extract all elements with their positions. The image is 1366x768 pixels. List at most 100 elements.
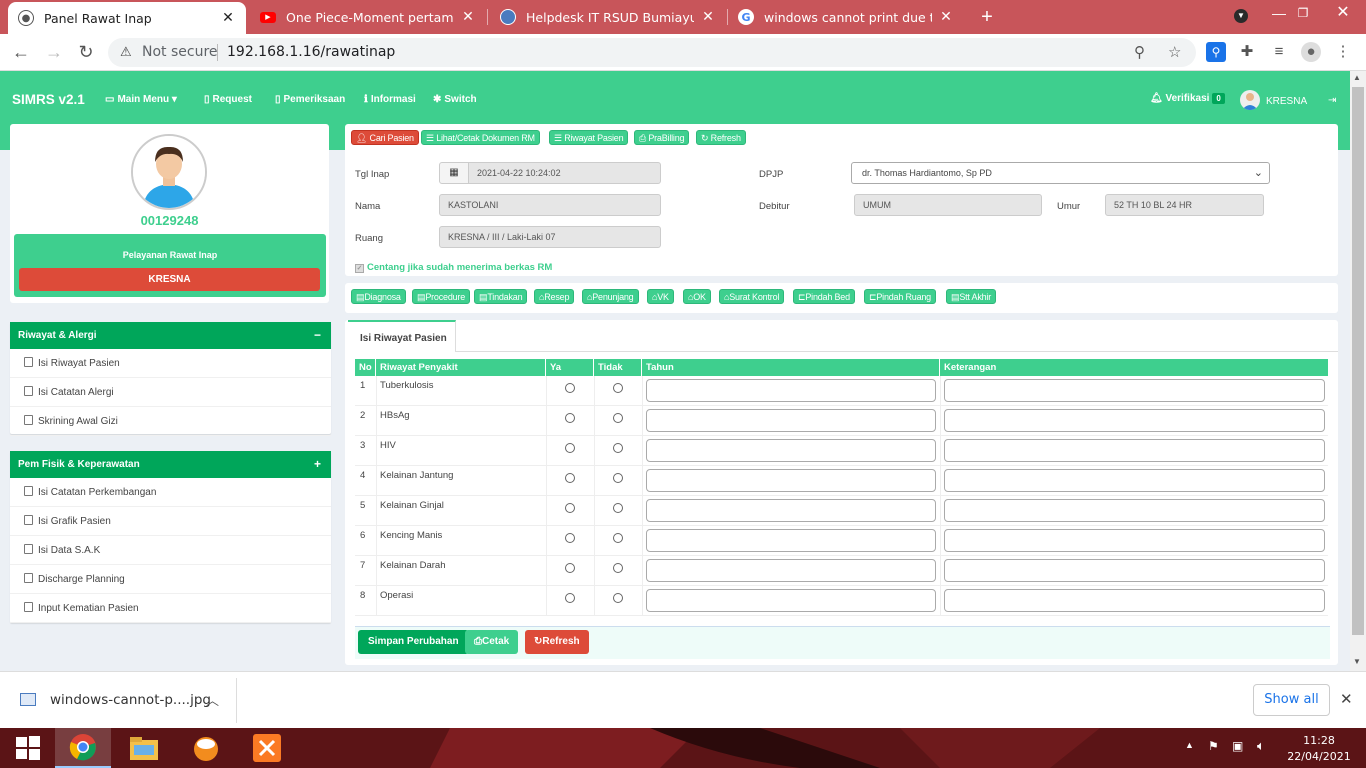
scrollbar-thumb[interactable] xyxy=(1352,87,1364,635)
volume-icon[interactable]: 🔈︎ xyxy=(1257,738,1265,754)
refresh-form-button[interactable]: ↻Refresh xyxy=(525,630,589,654)
scroll-down-icon[interactable]: ▼ xyxy=(1353,657,1361,666)
ya-radio[interactable] xyxy=(565,593,575,603)
network-icon[interactable]: ▣ xyxy=(1232,739,1243,753)
tahun-input[interactable] xyxy=(646,439,936,462)
checkbox-icon[interactable]: ✓ xyxy=(355,264,364,273)
cetak-button[interactable]: ⎙Cetak xyxy=(465,630,519,654)
xampp-icon[interactable] xyxy=(239,728,295,768)
windows-start-icon[interactable] xyxy=(0,728,56,768)
tray-expand-icon[interactable]: ▲ xyxy=(1185,740,1194,750)
ya-radio[interactable] xyxy=(565,383,575,393)
debitur-field[interactable]: UMUM xyxy=(854,194,1042,216)
keterangan-input[interactable] xyxy=(944,559,1325,582)
menu-discharge-planning[interactable]: Discharge Planning xyxy=(10,565,331,594)
tidak-radio[interactable] xyxy=(613,473,623,483)
tahun-input[interactable] xyxy=(646,529,936,552)
page-scrollbar[interactable]: ▲ ▼ xyxy=(1350,71,1366,671)
tahun-input[interactable] xyxy=(646,559,936,582)
browser-tab[interactable]: Helpdesk IT RSUD Bumiayu | ✕ xyxy=(490,0,726,34)
cari-pasien-button[interactable]: 👤︎ Cari Pasien xyxy=(351,130,419,145)
menu-isi-catatan-alergi[interactable]: Isi Catatan Alergi xyxy=(10,378,331,407)
berkas-rm-checkbox[interactable]: ✓ Centang jika sudah menerima berkas RM xyxy=(355,262,552,273)
media-control-icon[interactable]: ≡ xyxy=(1269,42,1289,62)
tahun-input[interactable] xyxy=(646,589,936,612)
tidak-radio[interactable] xyxy=(613,503,623,513)
tahun-input[interactable] xyxy=(646,409,936,432)
address-bar[interactable]: ⚠ Not secure 192.168.1.16/rawatinap ⚲ ☆ xyxy=(108,38,1196,67)
riwayat-pasien-button[interactable]: ☰ Riwayat Pasien xyxy=(549,130,629,145)
menu-isi-catatan-perkembangan[interactable]: Isi Catatan Perkembangan xyxy=(10,478,331,507)
window-close-icon[interactable]: ✕ xyxy=(1320,0,1366,30)
close-tab-icon[interactable]: ✕ xyxy=(460,9,476,25)
menu-skrining-awal-gizi[interactable]: Skrining Awal Gizi xyxy=(10,407,331,436)
nav-switch[interactable]: ✱ Switch xyxy=(433,94,477,105)
riwayat-alergi-header[interactable]: Riwayat & Alergi − xyxy=(10,322,331,349)
chrome-menu-icon[interactable]: ⋮ xyxy=(1333,42,1353,62)
new-tab-button[interactable]: + xyxy=(976,6,998,28)
keterangan-input[interactable] xyxy=(944,529,1325,552)
bookmark-star-icon[interactable]: ☆ xyxy=(1168,43,1181,61)
dpjp-select[interactable]: dr. Thomas Hardiantomo, Sp PD ⌄ xyxy=(851,162,1270,184)
action-center-flag-icon[interactable]: ⚑ xyxy=(1208,739,1219,753)
ya-radio[interactable] xyxy=(565,473,575,483)
url-text[interactable]: 192.168.1.16/rawatinap xyxy=(227,44,395,60)
vk-button[interactable]: ⌂VK xyxy=(647,289,674,304)
tahun-input[interactable] xyxy=(646,469,936,492)
tidak-radio[interactable] xyxy=(613,443,623,453)
ruang-field[interactable]: KRESNA / III / Laki-Laki 07 xyxy=(439,226,661,248)
browser-tab[interactable]: G windows cannot print due to a pr ✕ xyxy=(728,0,964,34)
tidak-radio[interactable] xyxy=(613,563,623,573)
refresh-top-button[interactable]: ↻ Refresh xyxy=(696,130,746,145)
menu-isi-grafik-pasien[interactable]: Isi Grafik Pasien xyxy=(10,507,331,536)
chrome-taskbar-icon[interactable] xyxy=(55,728,111,768)
extension-search-icon[interactable]: ⚲ xyxy=(1206,42,1226,62)
user-name[interactable]: KRESNA xyxy=(1266,96,1307,107)
tindakan-button[interactable]: ▤Tindakan xyxy=(474,289,528,304)
ya-radio[interactable] xyxy=(565,533,575,543)
reload-icon[interactable]: ↻ xyxy=(74,41,98,65)
menu-input-kematian-pasien[interactable]: Input Kematian Pasien xyxy=(10,594,331,623)
calendar-icon[interactable]: ▦ xyxy=(439,162,469,184)
back-icon[interactable]: ← xyxy=(9,41,33,65)
logout-icon[interactable]: ⇥ xyxy=(1328,95,1336,106)
close-downloads-icon[interactable]: ✕ xyxy=(1340,690,1353,708)
browser-tab[interactable]: ▶ One Piece-Moment pertama kali ✕ xyxy=(250,0,486,34)
profile-avatar-icon[interactable]: ● xyxy=(1301,42,1321,62)
prabilling-button[interactable]: ⎙ PraBilling xyxy=(634,130,690,145)
nav-request[interactable]: ▯ Request xyxy=(204,94,252,105)
ok-button[interactable]: ⌂OK xyxy=(683,289,711,304)
tidak-radio[interactable] xyxy=(613,383,623,393)
clock-date[interactable]: 22/04/2021 xyxy=(1284,750,1354,763)
chevron-up-icon[interactable]: ︿ xyxy=(206,690,219,709)
tahun-input[interactable] xyxy=(646,499,936,522)
expand-icon[interactable]: + xyxy=(314,451,321,478)
extensions-puzzle-icon[interactable]: ✚ xyxy=(1237,42,1257,62)
zoom-icon[interactable]: ⚲ xyxy=(1134,43,1145,61)
nav-pemeriksaan[interactable]: ▯ Pemeriksaan xyxy=(275,94,345,105)
app-orange-icon[interactable] xyxy=(178,728,234,768)
tab-isi-riwayat-pasien[interactable]: Isi Riwayat Pasien xyxy=(348,320,456,352)
tidak-radio[interactable] xyxy=(613,593,623,603)
resep-button[interactable]: ⌂Resep xyxy=(534,289,575,304)
diagnosa-button[interactable]: ▤Diagnosa xyxy=(351,289,406,304)
collapse-icon[interactable]: − xyxy=(314,322,321,349)
tidak-radio[interactable] xyxy=(613,533,623,543)
pem-fisik-header[interactable]: Pem Fisik & Keperawatan + xyxy=(10,451,331,478)
ya-radio[interactable] xyxy=(565,503,575,513)
menu-isi-data-sak[interactable]: Isi Data S.A.K xyxy=(10,536,331,565)
keterangan-input[interactable] xyxy=(944,409,1325,432)
tidak-radio[interactable] xyxy=(613,413,623,423)
menu-isi-riwayat-pasien[interactable]: Isi Riwayat Pasien xyxy=(10,349,331,378)
browser-tab-active[interactable]: ● Panel Rawat Inap ✕ xyxy=(8,2,246,34)
procedure-button[interactable]: ▤Procedure xyxy=(412,289,471,304)
file-explorer-icon[interactable] xyxy=(116,728,172,768)
pindah-bed-button[interactable]: ⊏Pindah Bed xyxy=(793,289,855,304)
nama-field[interactable]: KASTOLANI xyxy=(439,194,661,216)
app-brand[interactable]: SIMRS v2.1 xyxy=(12,92,85,107)
verifikasi-link[interactable]: 🔔︎ Verifikasi 0 xyxy=(1150,93,1225,104)
close-tab-icon[interactable]: ✕ xyxy=(938,9,954,25)
show-all-button[interactable]: Show all xyxy=(1253,684,1330,716)
tahun-input[interactable] xyxy=(646,379,936,402)
ya-radio[interactable] xyxy=(565,443,575,453)
